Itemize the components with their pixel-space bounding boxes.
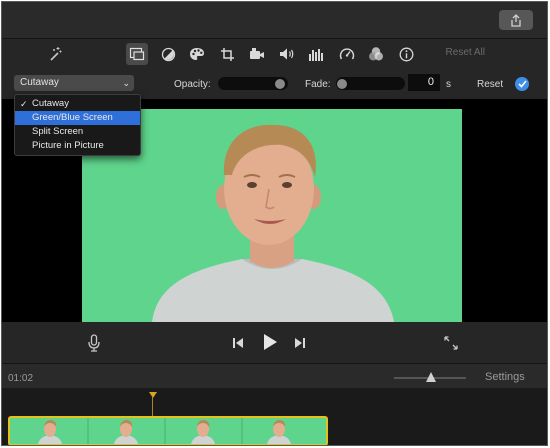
menu-item-label: Cutaway [32,98,69,109]
timeline-header: 01:02 Settings [2,364,547,388]
imovie-window: Reset All Cutaway ⌄ Opacity: Fade: 0 s R… [1,1,548,446]
color-palette-icon[interactable] [186,43,208,65]
overlay-mode-menu: ✓ Cutaway Green/Blue Screen Split Screen… [14,94,141,156]
clip-thumbnails [10,418,326,444]
settings-button[interactable]: Settings [485,371,525,383]
menu-item-split-screen[interactable]: Split Screen [15,125,140,139]
fade-duration-field[interactable]: 0 [408,74,440,91]
video-overlay-icon[interactable] [126,43,148,65]
opacity-label: Opacity: [174,79,211,90]
stabilization-camera-icon[interactable] [246,43,268,65]
adjustments-toolbar: Reset All [2,39,547,69]
reset-button[interactable]: Reset [477,79,503,90]
playback-controls [2,322,547,364]
equalizer-icon[interactable] [305,43,327,65]
color-balance-icon[interactable] [157,43,179,65]
fade-label: Fade: [305,79,331,90]
microphone-icon[interactable] [86,333,102,353]
timecode: 01:02 [8,373,34,384]
menu-item-label: Picture in Picture [32,140,104,151]
filter-icon[interactable] [365,43,387,65]
crop-icon[interactable] [216,43,238,65]
overlay-mode-value: Cutaway [20,77,59,88]
title-bar [2,2,547,39]
zoom-slider-knob[interactable] [426,372,436,382]
menu-item-picture-in-picture[interactable]: Picture in Picture [15,139,140,153]
share-icon [511,13,521,27]
opacity-slider[interactable] [218,77,288,90]
apply-button[interactable] [515,77,529,91]
speed-icon[interactable] [336,43,358,65]
opacity-slider-knob[interactable] [274,79,285,89]
overlay-mode-select[interactable]: Cutaway ⌄ [14,75,134,91]
chevron-down-icon: ⌄ [122,78,130,88]
skip-back-icon[interactable] [230,335,246,351]
fade-slider-knob[interactable] [337,79,347,89]
magic-wand-icon[interactable] [44,43,66,65]
volume-icon[interactable] [276,43,298,65]
skip-forward-icon[interactable] [292,335,308,351]
playhead-line [152,397,153,417]
share-button[interactable] [499,10,533,30]
timeline[interactable] [2,388,547,445]
checkmark-icon: ✓ [20,99,28,109]
playhead-marker[interactable] [149,392,157,398]
checkmark-icon [517,80,527,88]
menu-item-green-blue-screen[interactable]: Green/Blue Screen [15,111,140,125]
video-clip[interactable] [8,416,328,445]
menu-item-cutaway[interactable]: ✓ Cutaway [15,97,140,111]
menu-item-label: Green/Blue Screen [32,112,113,123]
play-icon[interactable] [260,332,280,352]
info-icon[interactable] [395,43,417,65]
fullscreen-icon[interactable] [442,334,460,352]
fade-slider[interactable] [336,77,405,90]
fade-unit-label: s [446,79,451,90]
menu-item-label: Split Screen [32,126,84,137]
reset-all-button[interactable]: Reset All [446,47,485,58]
